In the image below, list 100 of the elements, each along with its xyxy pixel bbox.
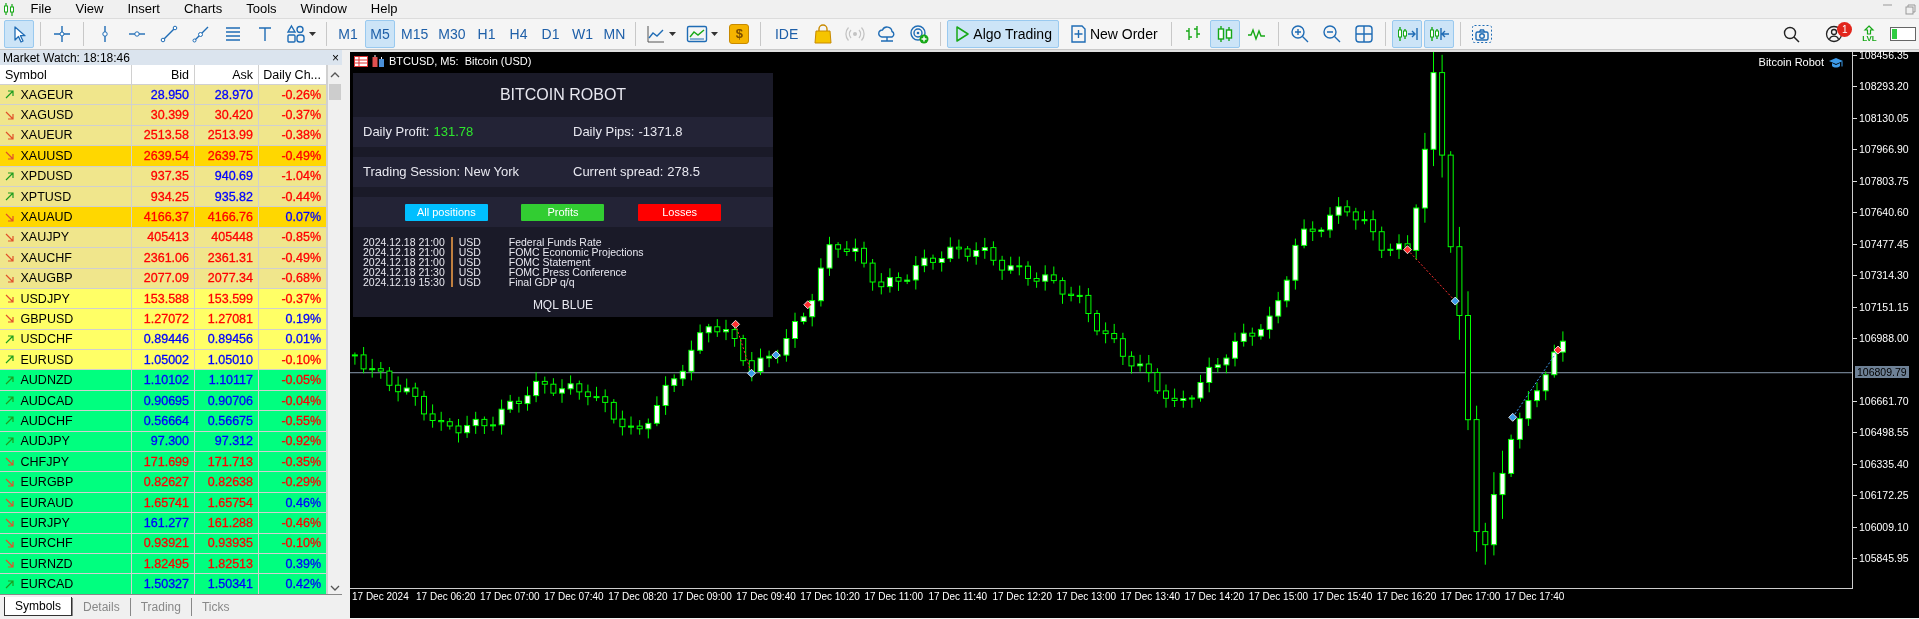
ask-price: 935.82	[214, 189, 253, 204]
symbol-name: XAUJPY	[20, 229, 70, 247]
new-order-button[interactable]: New Order	[1061, 20, 1166, 48]
column-header[interactable]: Symbol	[0, 65, 132, 84]
cloud-icon	[876, 24, 897, 44]
market-watch-row[interactable]: AUDJPY 97.300 97.312 -0.92%	[0, 431, 327, 453]
timeframe-button[interactable]: D1	[535, 20, 566, 48]
timeframe-button[interactable]: W1	[567, 20, 598, 48]
candlestick-button[interactable]	[1210, 20, 1241, 48]
ask-price: 0.90706	[207, 393, 253, 408]
timeframe-button[interactable]: M30	[434, 20, 470, 48]
time-axis-label: 17 Dec 2024	[352, 591, 410, 604]
menu-item[interactable]: View	[63, 1, 116, 17]
daily-change: -0.29%	[281, 475, 321, 490]
bid-price: 1.10102	[143, 373, 189, 388]
scroll-thumb[interactable]	[329, 84, 341, 100]
bid-price: 2513.58	[143, 128, 189, 143]
price-axis-label: 107966.90	[1859, 143, 1909, 156]
time-axis-label: 17 Dec 09:40	[736, 591, 797, 604]
timeframe-button[interactable]: H1	[471, 20, 502, 48]
bid-price: 0.56664	[143, 413, 189, 428]
time-axis-label: 17 Dec 07:40	[544, 591, 605, 604]
ask-price: 171.713	[207, 454, 253, 469]
market-watch-row[interactable]: EURCAD 1.50327 1.50341 0.42%	[0, 574, 327, 595]
filter-button[interactable]: Losses	[638, 203, 722, 221]
timeframe-button[interactable]: M1	[333, 20, 363, 48]
market-watch-row[interactable]: AUDNZD 1.10102 1.10117 -0.05%	[0, 370, 327, 391]
ask-price: 28.970	[214, 87, 253, 102]
market-watch-row[interactable]: AUDCHF 0.56664 0.56675 -0.55%	[0, 411, 327, 432]
chart-shift-button[interactable]	[1424, 20, 1455, 48]
algo-trading-button[interactable]: Algo Trading	[946, 20, 1060, 48]
column-header[interactable]: Ask	[195, 65, 259, 84]
lines-icon	[223, 24, 243, 44]
caret-icon	[669, 32, 677, 36]
market-watch-row[interactable]: EURGBP 0.82627 0.82638 -0.29%	[0, 472, 327, 493]
auto-scroll-button[interactable]	[1392, 20, 1423, 48]
timeframe-button[interactable]: H4	[503, 20, 534, 48]
market-watch-row[interactable]: XAUEUR 2513.58 2513.99 -0.38%	[0, 125, 327, 147]
price-axis-label: 106988.00	[1859, 331, 1909, 344]
close-button[interactable]: ×	[332, 50, 339, 65]
daily-change: -0.46%	[281, 515, 321, 530]
cursor-button[interactable]	[4, 20, 34, 48]
ide-button[interactable]: IDE	[767, 20, 806, 48]
bid-price: 1.65741	[143, 495, 189, 510]
market-watch-row[interactable]: GBPUSD 1.27072 1.27081 0.19%	[0, 309, 327, 330]
bid-price: 0.89446	[143, 332, 189, 347]
bid-price: 28.950	[150, 87, 189, 102]
symbol-name: EURGBP	[20, 474, 74, 492]
market-watch-row[interactable]: USDJPY 153.588 153.599 -0.37%	[0, 288, 327, 310]
market-watch-row[interactable]: XAGEUR 28.950 28.970 -0.26%	[0, 85, 327, 106]
chart-title: BTCUSD, M5: Bitcoin (USD)	[389, 54, 532, 69]
market-watch-row[interactable]: XAUCHF 2361.06 2361.31 -0.49%	[0, 248, 327, 269]
user-icon	[1825, 25, 1844, 43]
ask-price: 153.599	[207, 291, 253, 306]
price-axis-label: 108293.20	[1859, 80, 1909, 93]
timeframe-button[interactable]: M15	[397, 20, 433, 48]
market-watch-row[interactable]: XAUJPY 405413 405448 -0.85%	[0, 227, 327, 249]
news-currency: USD	[458, 277, 482, 287]
tab[interactable]: Symbols	[4, 597, 72, 616]
zoom-in-icon	[1290, 24, 1311, 44]
symbol-name: EURAUD	[20, 494, 74, 512]
market-watch-row[interactable]: XPTUSD 934.25 935.82 -0.44%	[0, 186, 327, 208]
menu-item[interactable]: Tools	[234, 1, 289, 17]
market-watch-row[interactable]: EURNZD 1.82495 1.82513 0.39%	[0, 554, 327, 575]
timeframe-button[interactable]: MN	[599, 20, 630, 48]
market-watch-row[interactable]: EURCHF 0.93921 0.93935 -0.10%	[0, 533, 327, 554]
ask-price: 405448	[211, 230, 253, 245]
graduation-cap-icon	[1828, 56, 1844, 69]
market-watch-row[interactable]: EURAUD 1.65741 1.65754 0.46%	[0, 492, 327, 514]
scrollbar[interactable]	[327, 65, 342, 594]
market-watch-row[interactable]: EURJPY 161.277 161.288 -0.46%	[0, 513, 327, 534]
market-watch-row[interactable]: XAGUSD 30.399 30.420 -0.37%	[0, 105, 327, 126]
ask-price: 2077.34	[207, 271, 253, 286]
shapes-icon	[286, 24, 306, 44]
market-watch-row[interactable]: XAUGBP 2077.09 2077.34 -0.68%	[0, 268, 327, 289]
market-watch-row[interactable]: AUDCAD 0.90695 0.90706 -0.04%	[0, 390, 327, 412]
market-watch-row[interactable]: XAUUSD 2639.54 2639.75 -0.49%	[0, 146, 327, 167]
menu-item[interactable]: Window	[288, 1, 359, 17]
menu-item[interactable]: Help	[358, 1, 410, 17]
camera-icon	[1471, 24, 1494, 44]
column-header[interactable]: Bid	[132, 65, 195, 84]
news-currency: USD	[458, 247, 482, 257]
market-watch-row[interactable]: USDCHF 0.89446 0.89456 0.01%	[0, 329, 327, 351]
ask-price: 2639.75	[207, 148, 253, 163]
app-logo-icon	[3, 1, 16, 17]
menu-item[interactable]: Insert	[115, 1, 172, 17]
market-watch-row[interactable]: CHFJPY 171.699 171.713 -0.35%	[0, 452, 327, 473]
ask-price: 0.93935	[207, 536, 253, 551]
news-event: Federal Funds Rate	[508, 237, 603, 247]
account-button[interactable]: 1	[1819, 20, 1850, 48]
menu-item[interactable]: Charts	[171, 1, 235, 17]
radar-plus-icon	[908, 24, 929, 44]
market-watch-row[interactable]: EURUSD 1.05002 1.05010 -0.10%	[0, 350, 327, 371]
market-watch-row[interactable]: XPDUSD 937.35 940.69 -1.04%	[0, 166, 327, 187]
scroll-down-icon	[330, 584, 340, 591]
timeframe-button[interactable]: M5	[365, 20, 395, 48]
menu-item[interactable]: File	[18, 1, 64, 17]
deposit-button[interactable]: $	[724, 20, 755, 48]
market-watch-row[interactable]: XAUAUD 4166.37 4166.76 0.07%	[0, 207, 327, 228]
price-axis-label: 106661.70	[1859, 394, 1909, 407]
